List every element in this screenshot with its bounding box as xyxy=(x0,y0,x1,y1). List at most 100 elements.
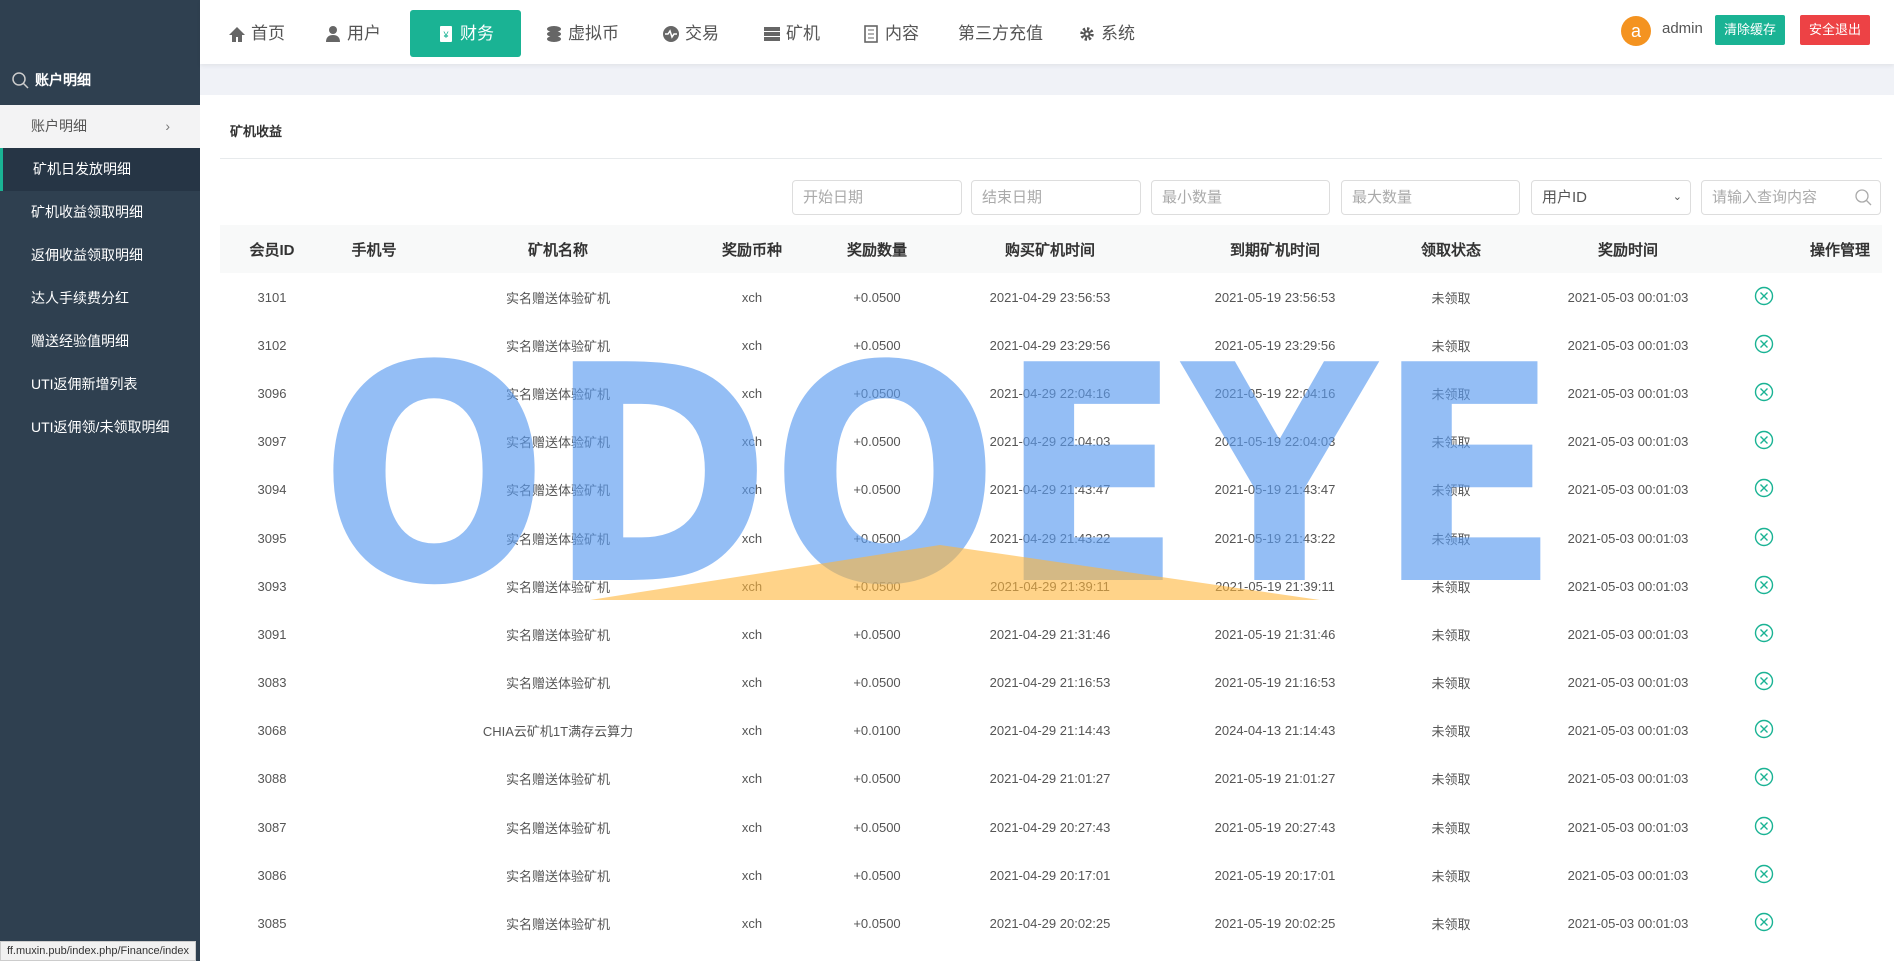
action-cell xyxy=(1746,610,1882,658)
action-cell xyxy=(1746,803,1882,851)
delete-circle-icon[interactable] xyxy=(1754,623,1774,643)
nav-user[interactable]: 用户 xyxy=(324,10,381,57)
column-header: 到期矿机时间 xyxy=(1158,225,1392,273)
table-cell: 2021-05-03 00:01:03 xyxy=(1567,385,1689,401)
table-row: 3068 CHIA云矿机1T满存云算力 xch +0.0100 2021-04-29 2… xyxy=(220,707,1882,755)
sidebar-item-uti-rebate-list[interactable]: UTI返佣新增列表 xyxy=(0,363,200,406)
table-cell: 2021-05-19 20:17:01 xyxy=(1214,867,1336,883)
column-header: 会员ID xyxy=(220,225,324,273)
delete-circle-icon[interactable] xyxy=(1754,430,1774,450)
max-amount-input[interactable]: 最大数量 xyxy=(1341,180,1520,215)
end-date-input[interactable]: 结束日期 xyxy=(971,180,1141,215)
table-cell: 2021-04-29 21:14:43 xyxy=(989,723,1111,739)
table-cell: 2021-05-19 21:43:22 xyxy=(1214,530,1336,546)
nav-trade[interactable]: 交易 xyxy=(662,10,719,57)
column-header: 操作管理 xyxy=(1746,225,1882,273)
table-cell: +0.0500 xyxy=(853,530,901,546)
min-amount-input[interactable]: 最小数量 xyxy=(1151,180,1330,215)
table-cell: 实名赠送体验矿机 xyxy=(505,386,610,402)
avatar[interactable]: a xyxy=(1621,16,1651,46)
delete-circle-icon[interactable] xyxy=(1754,527,1774,547)
delete-circle-icon[interactable] xyxy=(1754,382,1774,402)
table-cell: 2021-05-19 23:29:56 xyxy=(1214,337,1336,353)
database-icon xyxy=(547,25,561,42)
table-row: 3095 实名赠送体验矿机 xch +0.0500 2021-04-29 21:43:2… xyxy=(220,514,1882,562)
table-cell: +0.0100 xyxy=(853,723,901,739)
status-bar-url: ff.muxin.pub/index.php/Finance/index xyxy=(0,941,197,961)
delete-circle-icon[interactable] xyxy=(1754,575,1774,595)
clear-cache-button[interactable]: 清除缓存 xyxy=(1715,15,1786,45)
table-cell: xch xyxy=(741,337,763,353)
table-cell: 2021-04-29 21:01:27 xyxy=(989,771,1111,787)
table-cell: 未领取 xyxy=(1431,820,1471,836)
table-cell: 3068 xyxy=(257,723,287,739)
table-cell: 3102 xyxy=(257,337,287,353)
nav-label: 系统 xyxy=(1101,24,1135,43)
table-cell: +0.0500 xyxy=(853,289,901,305)
nav-label: 首页 xyxy=(251,24,285,43)
table-cell: 2021-05-03 00:01:03 xyxy=(1567,723,1689,739)
action-cell xyxy=(1746,418,1882,466)
nav-label: 交易 xyxy=(685,24,719,43)
sidebar-item-rebate-claim[interactable]: 返佣收益领取明细 xyxy=(0,234,200,277)
table-cell: 未领取 xyxy=(1431,627,1471,643)
nav-finance[interactable]: ¥ 财务 xyxy=(410,10,521,57)
search-input[interactable]: 请输入查询内容 xyxy=(1701,180,1881,215)
table-cell: 未领取 xyxy=(1431,531,1471,547)
nav-miner[interactable]: 矿机 xyxy=(763,10,820,57)
column-header: 矿机名称 xyxy=(424,225,692,273)
miner-income-table: 会员ID 手机号 矿机名称 奖励币种 奖励数量 购买矿机时间 到期矿机时间 领取状态 奖励时间操… xyxy=(220,225,1882,948)
delete-circle-icon[interactable] xyxy=(1754,478,1774,498)
sidebar-item-miner-daily[interactable]: 矿机日发放明细 xyxy=(0,148,200,191)
delete-circle-icon[interactable] xyxy=(1754,719,1774,739)
delete-circle-icon[interactable] xyxy=(1754,334,1774,354)
table-cell: 未领取 xyxy=(1431,579,1471,595)
field-select[interactable]: 用户ID ⌄ xyxy=(1531,180,1691,215)
delete-circle-icon[interactable] xyxy=(1754,912,1774,932)
table-cell: 2021-05-03 00:01:03 xyxy=(1567,626,1689,642)
table-cell: xch xyxy=(741,675,763,691)
logout-button[interactable]: 安全退出 xyxy=(1800,15,1871,45)
divider xyxy=(220,158,1882,159)
delete-circle-icon[interactable] xyxy=(1754,864,1774,884)
table-cell: 实名赠送体验矿机 xyxy=(505,579,610,595)
table-row: 3101 实名赠送体验矿机 xch +0.0500 2021-04-29 23:56:5… xyxy=(220,273,1882,321)
table-row: 3083 实名赠送体验矿机 xch +0.0500 2021-04-29 21:16:5… xyxy=(220,659,1882,707)
nav-third-party-recharge[interactable]: 第三方充值 xyxy=(958,10,1043,57)
table-row: 3094 实名赠送体验矿机 xch +0.0500 2021-04-29 21:43:4… xyxy=(220,466,1882,514)
table-cell: 2021-05-19 21:43:47 xyxy=(1214,482,1336,498)
table-cell: xch xyxy=(741,578,763,594)
delete-circle-icon[interactable] xyxy=(1754,286,1774,306)
sidebar-item-expert-dividend[interactable]: 达人手续费分红 xyxy=(0,277,200,320)
table-row: 3102 实名赠送体验矿机 xch +0.0500 2021-04-29 23:29:5… xyxy=(220,321,1882,369)
table-cell: 3087 xyxy=(257,819,287,835)
nav-crypto[interactable]: 虚拟币 xyxy=(545,10,619,57)
sidebar-item-exp-gift[interactable]: 赠送经验值明细 xyxy=(0,320,200,363)
table-cell xyxy=(324,707,424,755)
start-date-input[interactable]: 开始日期 xyxy=(792,180,962,215)
table-cell: 未领取 xyxy=(1431,772,1471,788)
delete-circle-icon[interactable] xyxy=(1754,671,1774,691)
action-cell xyxy=(1746,755,1882,803)
sidebar-item-uti-rebate-claim[interactable]: UTI返佣领/未领取明细 xyxy=(0,406,200,449)
delete-circle-icon[interactable] xyxy=(1754,816,1774,836)
table-cell: 3085 xyxy=(257,916,287,932)
sidebar-item-account-detail[interactable]: 账户明细 › xyxy=(0,105,200,148)
delete-circle-icon[interactable] xyxy=(1754,767,1774,787)
table-cell: 2021-05-19 21:16:53 xyxy=(1214,675,1336,691)
nav-system[interactable]: 系统 xyxy=(1078,10,1135,57)
table-cell: 2021-04-29 20:27:43 xyxy=(989,819,1111,835)
table-header-row: 会员ID 手机号 矿机名称 奖励币种 奖励数量 购买矿机时间 到期矿机时间 领取状态 奖励时间操… xyxy=(220,225,1882,273)
table-cell xyxy=(324,321,424,369)
table-cell: 实名赠送体验矿机 xyxy=(505,338,610,354)
nav-home[interactable]: 首页 xyxy=(228,10,285,57)
column-header: 购买矿机时间 xyxy=(942,225,1158,273)
chevron-right-icon: › xyxy=(165,118,170,134)
search-icon[interactable] xyxy=(1855,189,1872,206)
action-cell xyxy=(1746,851,1882,899)
table-cell: 2021-04-29 21:31:46 xyxy=(989,626,1111,642)
column-header: 手机号 xyxy=(324,225,424,273)
nav-content[interactable]: 内容 xyxy=(862,10,919,57)
sidebar-item-miner-income-claim[interactable]: 矿机收益领取明细 xyxy=(0,191,200,234)
table-cell: 实名赠送体验矿机 xyxy=(505,676,610,692)
